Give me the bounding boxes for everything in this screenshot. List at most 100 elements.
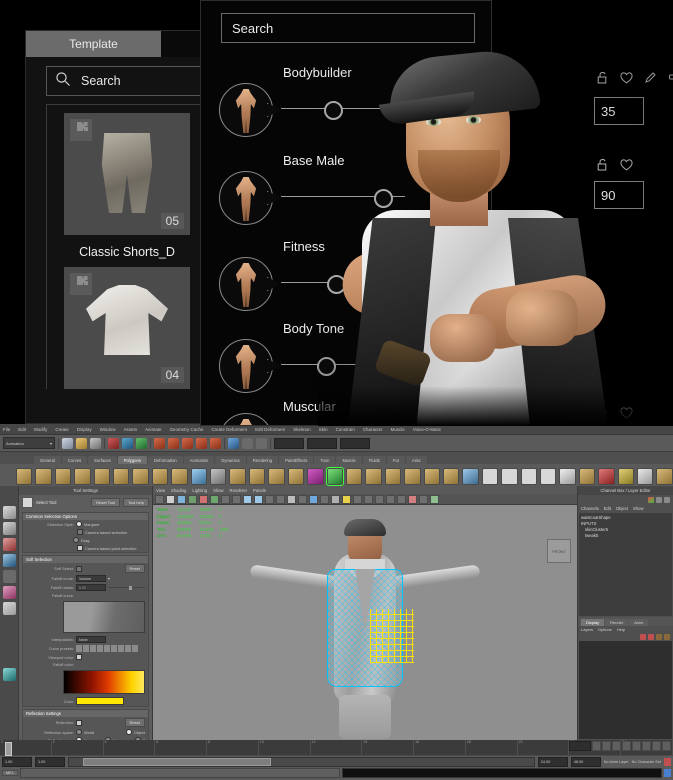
viewport-3d[interactable]: Verts: 115129 15056 0 Edges: 1005596 301… (153, 505, 577, 740)
rotate-tool-icon[interactable] (2, 570, 16, 583)
falloff-curve-widget[interactable] (63, 601, 145, 633)
shelf-icon-paint-weights[interactable] (637, 467, 654, 485)
show-attribute-editor-icon[interactable] (228, 437, 239, 449)
reset-tool-button[interactable]: Reset Tool (91, 498, 120, 507)
shelf-icon-poly-cone[interactable] (74, 467, 91, 485)
shelf-icon-uv-planar[interactable] (501, 467, 518, 485)
group-title[interactable]: Reflection Settings (23, 710, 148, 717)
falloff-radius-slider[interactable] (108, 585, 145, 590)
go-to-start-icon[interactable] (592, 741, 601, 751)
smooth-shade-all-icon[interactable] (309, 494, 318, 504)
library-search-box[interactable]: Search (46, 66, 208, 96)
two-d-pan-zoom-icon[interactable] (210, 494, 219, 504)
step-forward-key-icon[interactable] (642, 741, 651, 751)
layer-menu-help[interactable]: Help (617, 627, 625, 632)
shelf-icon-uv-editor[interactable] (559, 467, 576, 485)
show-channel-box-icon[interactable] (256, 437, 267, 449)
select-tool-icon[interactable] (2, 506, 16, 519)
menu-set-selector[interactable]: Animation ▾ (3, 437, 55, 449)
reflection-space-world-radio[interactable] (76, 729, 82, 735)
range-end-field[interactable]: 48.00 (570, 756, 601, 767)
snap-curve-icon[interactable] (168, 437, 179, 449)
layer-tab-render[interactable]: Render (605, 618, 629, 626)
select-by-component-icon[interactable] (136, 437, 147, 449)
open-scene-icon[interactable] (76, 437, 87, 449)
xray-icon[interactable] (375, 494, 384, 504)
menu-display[interactable]: Display (77, 427, 92, 432)
shelf-icon-bridge[interactable] (404, 467, 421, 485)
channel-box-input-item[interactable]: tweak5 (581, 533, 670, 539)
shelf-icon-poly-prism[interactable] (132, 467, 149, 485)
shelf-tab-deformation[interactable]: Deformation (147, 456, 183, 464)
shelf-icon-poly-pipe[interactable] (171, 467, 188, 485)
image-plane-icon[interactable] (199, 494, 208, 504)
shelf-icon-append-polygon[interactable] (423, 467, 440, 485)
menu-voice-o-matic[interactable]: Voice-O-Matic (413, 427, 441, 432)
quick-layout-icon[interactable] (2, 668, 16, 681)
viewport-menu-renderer[interactable]: Renderer (230, 488, 247, 493)
reflection-reset-button[interactable]: Reset (124, 718, 145, 727)
character-set-label[interactable]: No Character Set (632, 760, 661, 764)
play-forwards-icon[interactable] (632, 741, 641, 751)
shelf-icon-poly-helix[interactable] (190, 467, 208, 485)
shelf-icon-reduce[interactable] (617, 467, 634, 485)
paint-select-tool-icon[interactable] (2, 538, 16, 551)
morph-thumbnail[interactable] (219, 339, 273, 393)
view-transform-icon[interactable] (430, 494, 439, 504)
layer-menu-options[interactable]: Options (598, 627, 612, 632)
shelf-tab-misc[interactable]: misc (406, 456, 427, 464)
falloff-mode-select[interactable]: Volume (76, 575, 106, 582)
shelf-icon-sculpt-tool[interactable] (578, 467, 596, 485)
move-layer-down-icon[interactable] (664, 633, 670, 640)
anim-start-field[interactable]: 1.00 (35, 756, 65, 767)
snap-view-plane-icon[interactable] (196, 437, 207, 449)
exposure-icon[interactable] (408, 494, 417, 504)
soft-select-reset-button[interactable]: Reset (124, 564, 145, 573)
gamma-icon[interactable] (419, 494, 428, 504)
snap-grid-icon[interactable] (154, 437, 165, 449)
shelf-icon-poly-plane[interactable] (93, 467, 111, 485)
morph-search-box[interactable]: Search (221, 13, 475, 43)
shelf-tab-rendering[interactable]: Rendering (246, 456, 279, 464)
color-swatch[interactable] (76, 697, 124, 705)
snap-point-icon[interactable] (182, 437, 193, 449)
morph-thumbnail[interactable] (219, 413, 273, 425)
lock-camera-icon[interactable] (166, 494, 175, 504)
shelf-icon-separate[interactable] (268, 467, 285, 485)
menu-file[interactable]: File (3, 427, 10, 432)
numeric-input-x[interactable] (274, 437, 304, 449)
shelf-tab-painteffects[interactable]: PaintEffects (279, 456, 314, 464)
marquee-radio[interactable] (76, 521, 82, 527)
auto-key-icon[interactable] (664, 757, 671, 766)
shelf-tab-animation[interactable]: Animation (183, 456, 215, 464)
snap-live-icon[interactable] (210, 437, 221, 449)
falloff-color-ramp[interactable] (63, 670, 145, 694)
script-editor-icon[interactable] (664, 769, 671, 777)
last-tool-icon[interactable] (2, 602, 16, 615)
select-by-hierarchy-icon[interactable] (108, 437, 119, 449)
shade-options-icon[interactable] (320, 494, 329, 504)
scale-tool-icon[interactable] (2, 586, 16, 599)
curve-preset-icon[interactable] (125, 645, 131, 652)
curve-preset-icon[interactable] (97, 645, 103, 652)
layer-list[interactable] (579, 640, 672, 739)
shelf-icon-poly-pyramid[interactable] (151, 467, 169, 485)
move-layer-up-icon[interactable] (656, 633, 662, 640)
safe-title-icon[interactable] (287, 494, 296, 504)
shelf-icon-uv-checker[interactable] (481, 467, 499, 485)
drag-radio[interactable] (73, 537, 79, 543)
shelf-icon-mirror-geometry[interactable] (365, 467, 382, 485)
mel-language-button[interactable]: MEL (2, 770, 18, 776)
shelf-tab-fluids[interactable]: Fluids (362, 456, 386, 464)
group-title[interactable]: Soft Selection (23, 556, 148, 563)
tab-template[interactable]: Template (26, 31, 161, 57)
new-layer-from-selected-icon[interactable] (648, 633, 654, 640)
soft-select-checkbox[interactable] (76, 565, 82, 572)
save-scene-icon[interactable] (90, 437, 101, 449)
channel-box-menu-show[interactable]: Show (633, 506, 643, 511)
shelf-icon-booleans-difference[interactable] (325, 466, 344, 486)
range-slider[interactable] (68, 756, 535, 767)
morph-thumbnail[interactable] (219, 83, 273, 137)
shelf-tab-general[interactable]: General (34, 456, 61, 464)
channel-box-colors-icon[interactable] (648, 496, 654, 503)
